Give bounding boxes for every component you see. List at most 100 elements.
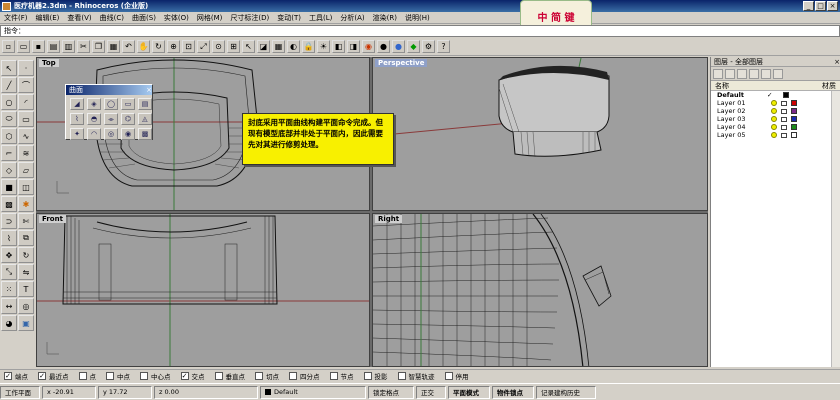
surface-edge-icon[interactable]: ◈ <box>87 98 101 110</box>
zoom-window-icon[interactable]: ⊡ <box>182 40 195 53</box>
array-icon[interactable]: ⁙ <box>1 281 17 297</box>
surface-panel-titlebar[interactable]: 曲面 × <box>66 85 152 95</box>
menu-analyze[interactable]: 分析(A) <box>340 13 364 23</box>
osnap-perp[interactable]: 垂直点 <box>214 371 245 381</box>
checkbox[interactable]: ✓ <box>38 372 46 380</box>
close-button[interactable]: × <box>827 1 838 11</box>
new-sublayer-icon[interactable] <box>725 68 735 79</box>
menu-transform[interactable]: 变动(T) <box>277 13 301 23</box>
move-layer-down-icon[interactable] <box>761 68 771 79</box>
freeform-curve-icon[interactable]: ∿ <box>18 128 34 144</box>
layer-visible-bulb-icon[interactable] <box>771 116 777 122</box>
layer-row-03[interactable]: Layer 03 <box>711 115 840 123</box>
layer-icon[interactable]: ◧ <box>332 40 345 53</box>
point-icon[interactable]: · <box>18 60 34 76</box>
extrude-icon[interactable]: ▱ <box>18 162 34 178</box>
viewport-layout-icon[interactable]: ⊞ <box>227 40 240 53</box>
render-icon[interactable]: ◆ <box>407 40 420 53</box>
layer-row-default[interactable]: Default ✓ <box>711 91 840 99</box>
command-line[interactable]: 指令： <box>0 25 840 37</box>
osnap-center[interactable]: 中心点 <box>140 371 171 381</box>
layer-row-04[interactable]: Layer 04 <box>711 123 840 131</box>
arc-icon[interactable]: ◜ <box>18 94 34 110</box>
osnap-project[interactable]: 投影 <box>363 371 388 381</box>
cube-icon[interactable]: ▣ <box>18 315 34 331</box>
menu-help[interactable]: 说明(H) <box>405 13 430 23</box>
layer-color-swatch[interactable] <box>791 100 797 106</box>
revolve-icon[interactable]: ◓ <box>87 113 101 125</box>
box-solid-icon[interactable]: ■ <box>1 179 17 195</box>
polyline-icon[interactable]: ⌒ <box>18 77 34 93</box>
surface-icon[interactable]: ◇ <box>1 162 17 178</box>
layer-lock-icon[interactable] <box>781 124 787 130</box>
rectangle-plane-icon[interactable]: ▭ <box>121 98 135 110</box>
osnap-tangent[interactable]: 切点 <box>255 371 279 381</box>
rectangle-icon[interactable]: ▭ <box>18 111 34 127</box>
mesh-icon[interactable]: ▩ <box>1 196 17 212</box>
layers-scrollbar[interactable] <box>831 91 840 367</box>
render-sphere-icon[interactable]: ● <box>377 40 390 53</box>
status-planar[interactable]: 平面模式 <box>448 385 490 399</box>
checkbox[interactable] <box>363 372 372 380</box>
surface-panel-close[interactable]: × <box>146 86 152 94</box>
menu-solid[interactable]: 实体(O) <box>164 13 189 23</box>
lock-icon[interactable]: 🔒 <box>302 40 315 53</box>
minimize-button[interactable]: _ <box>803 1 814 11</box>
light-icon[interactable]: ☀ <box>317 40 330 53</box>
maximize-button[interactable]: □ <box>815 1 826 11</box>
mirror-icon[interactable]: ⇋ <box>18 264 34 280</box>
menu-dimension[interactable]: 尺寸标注(D) <box>230 13 269 23</box>
offset-curve-icon[interactable]: ≋ <box>18 145 34 161</box>
select-icon[interactable]: ↖ <box>242 40 255 53</box>
layer-color-swatch[interactable] <box>791 124 797 130</box>
patch-icon[interactable]: ✦ <box>70 128 84 140</box>
analyze-icon[interactable]: ◎ <box>18 298 34 314</box>
save-icon[interactable]: ▪ <box>32 40 45 53</box>
pan-icon[interactable]: ✋ <box>137 40 150 53</box>
menu-view[interactable]: 查看(V) <box>67 13 91 23</box>
checkbox[interactable] <box>78 372 87 380</box>
filter-layer-icon[interactable] <box>773 68 783 79</box>
paste-icon[interactable]: ▦ <box>107 40 120 53</box>
text-icon[interactable]: T <box>18 281 34 297</box>
osnap-disable[interactable]: 停用 <box>444 371 469 381</box>
polygon-icon[interactable]: ⬡ <box>1 128 17 144</box>
layer-row-05[interactable]: Layer 05 <box>711 131 840 139</box>
viewport-front[interactable]: Front <box>36 213 370 367</box>
status-cplane[interactable]: 工作平面 <box>0 385 40 399</box>
osnap-knot[interactable]: 节点 <box>329 371 354 381</box>
menu-surface[interactable]: 曲面(S) <box>132 13 156 23</box>
help-icon[interactable]: ? <box>437 40 450 53</box>
circle-icon[interactable]: ○ <box>1 94 17 110</box>
viewport-right-label[interactable]: Right <box>375 215 403 223</box>
hide-icon[interactable]: ◐ <box>287 40 300 53</box>
boolean-icon[interactable]: ◫ <box>18 179 34 195</box>
surface-from-grid-icon[interactable]: ▩ <box>138 128 152 140</box>
layer-row-02[interactable]: Layer 02 <box>711 107 840 115</box>
osnap-end[interactable]: ✓ 端点 <box>4 371 28 381</box>
split-icon[interactable]: ⌇ <box>1 230 17 246</box>
explode-icon[interactable]: ✱ <box>18 196 34 212</box>
layer-lock-icon[interactable] <box>781 132 787 138</box>
ellipse-icon[interactable]: ⬭ <box>1 111 17 127</box>
cut-icon[interactable]: ✂ <box>77 40 90 53</box>
fillet-curve-icon[interactable]: ⌐ <box>1 145 17 161</box>
new-file-icon[interactable]: ▫ <box>2 40 15 53</box>
rotate-icon[interactable]: ↻ <box>18 247 34 263</box>
select-arrow-icon[interactable]: ↖ <box>1 60 17 76</box>
menu-curve[interactable]: 曲线(C) <box>100 13 124 23</box>
menu-edit[interactable]: 编辑(E) <box>36 13 60 23</box>
rotate-view-icon[interactable]: ↻ <box>152 40 165 53</box>
checkbox[interactable]: ✓ <box>4 372 12 380</box>
shaded-sphere-icon[interactable]: ● <box>392 40 405 53</box>
status-osnap[interactable]: 物件锁点 <box>492 385 534 399</box>
layer-color-swatch[interactable] <box>783 92 789 98</box>
menu-tools[interactable]: 工具(L) <box>309 13 332 23</box>
trim-icon[interactable]: ✄ <box>18 213 34 229</box>
surface-corner-icon[interactable]: ◢ <box>70 98 84 110</box>
menu-file[interactable]: 文件(F) <box>4 13 28 23</box>
checkbox[interactable] <box>106 372 114 380</box>
dimension-icon[interactable]: ↔ <box>1 298 17 314</box>
extrude-curve-icon[interactable]: ▤ <box>138 98 152 110</box>
layers-panel-close-icon[interactable]: × <box>834 58 840 66</box>
